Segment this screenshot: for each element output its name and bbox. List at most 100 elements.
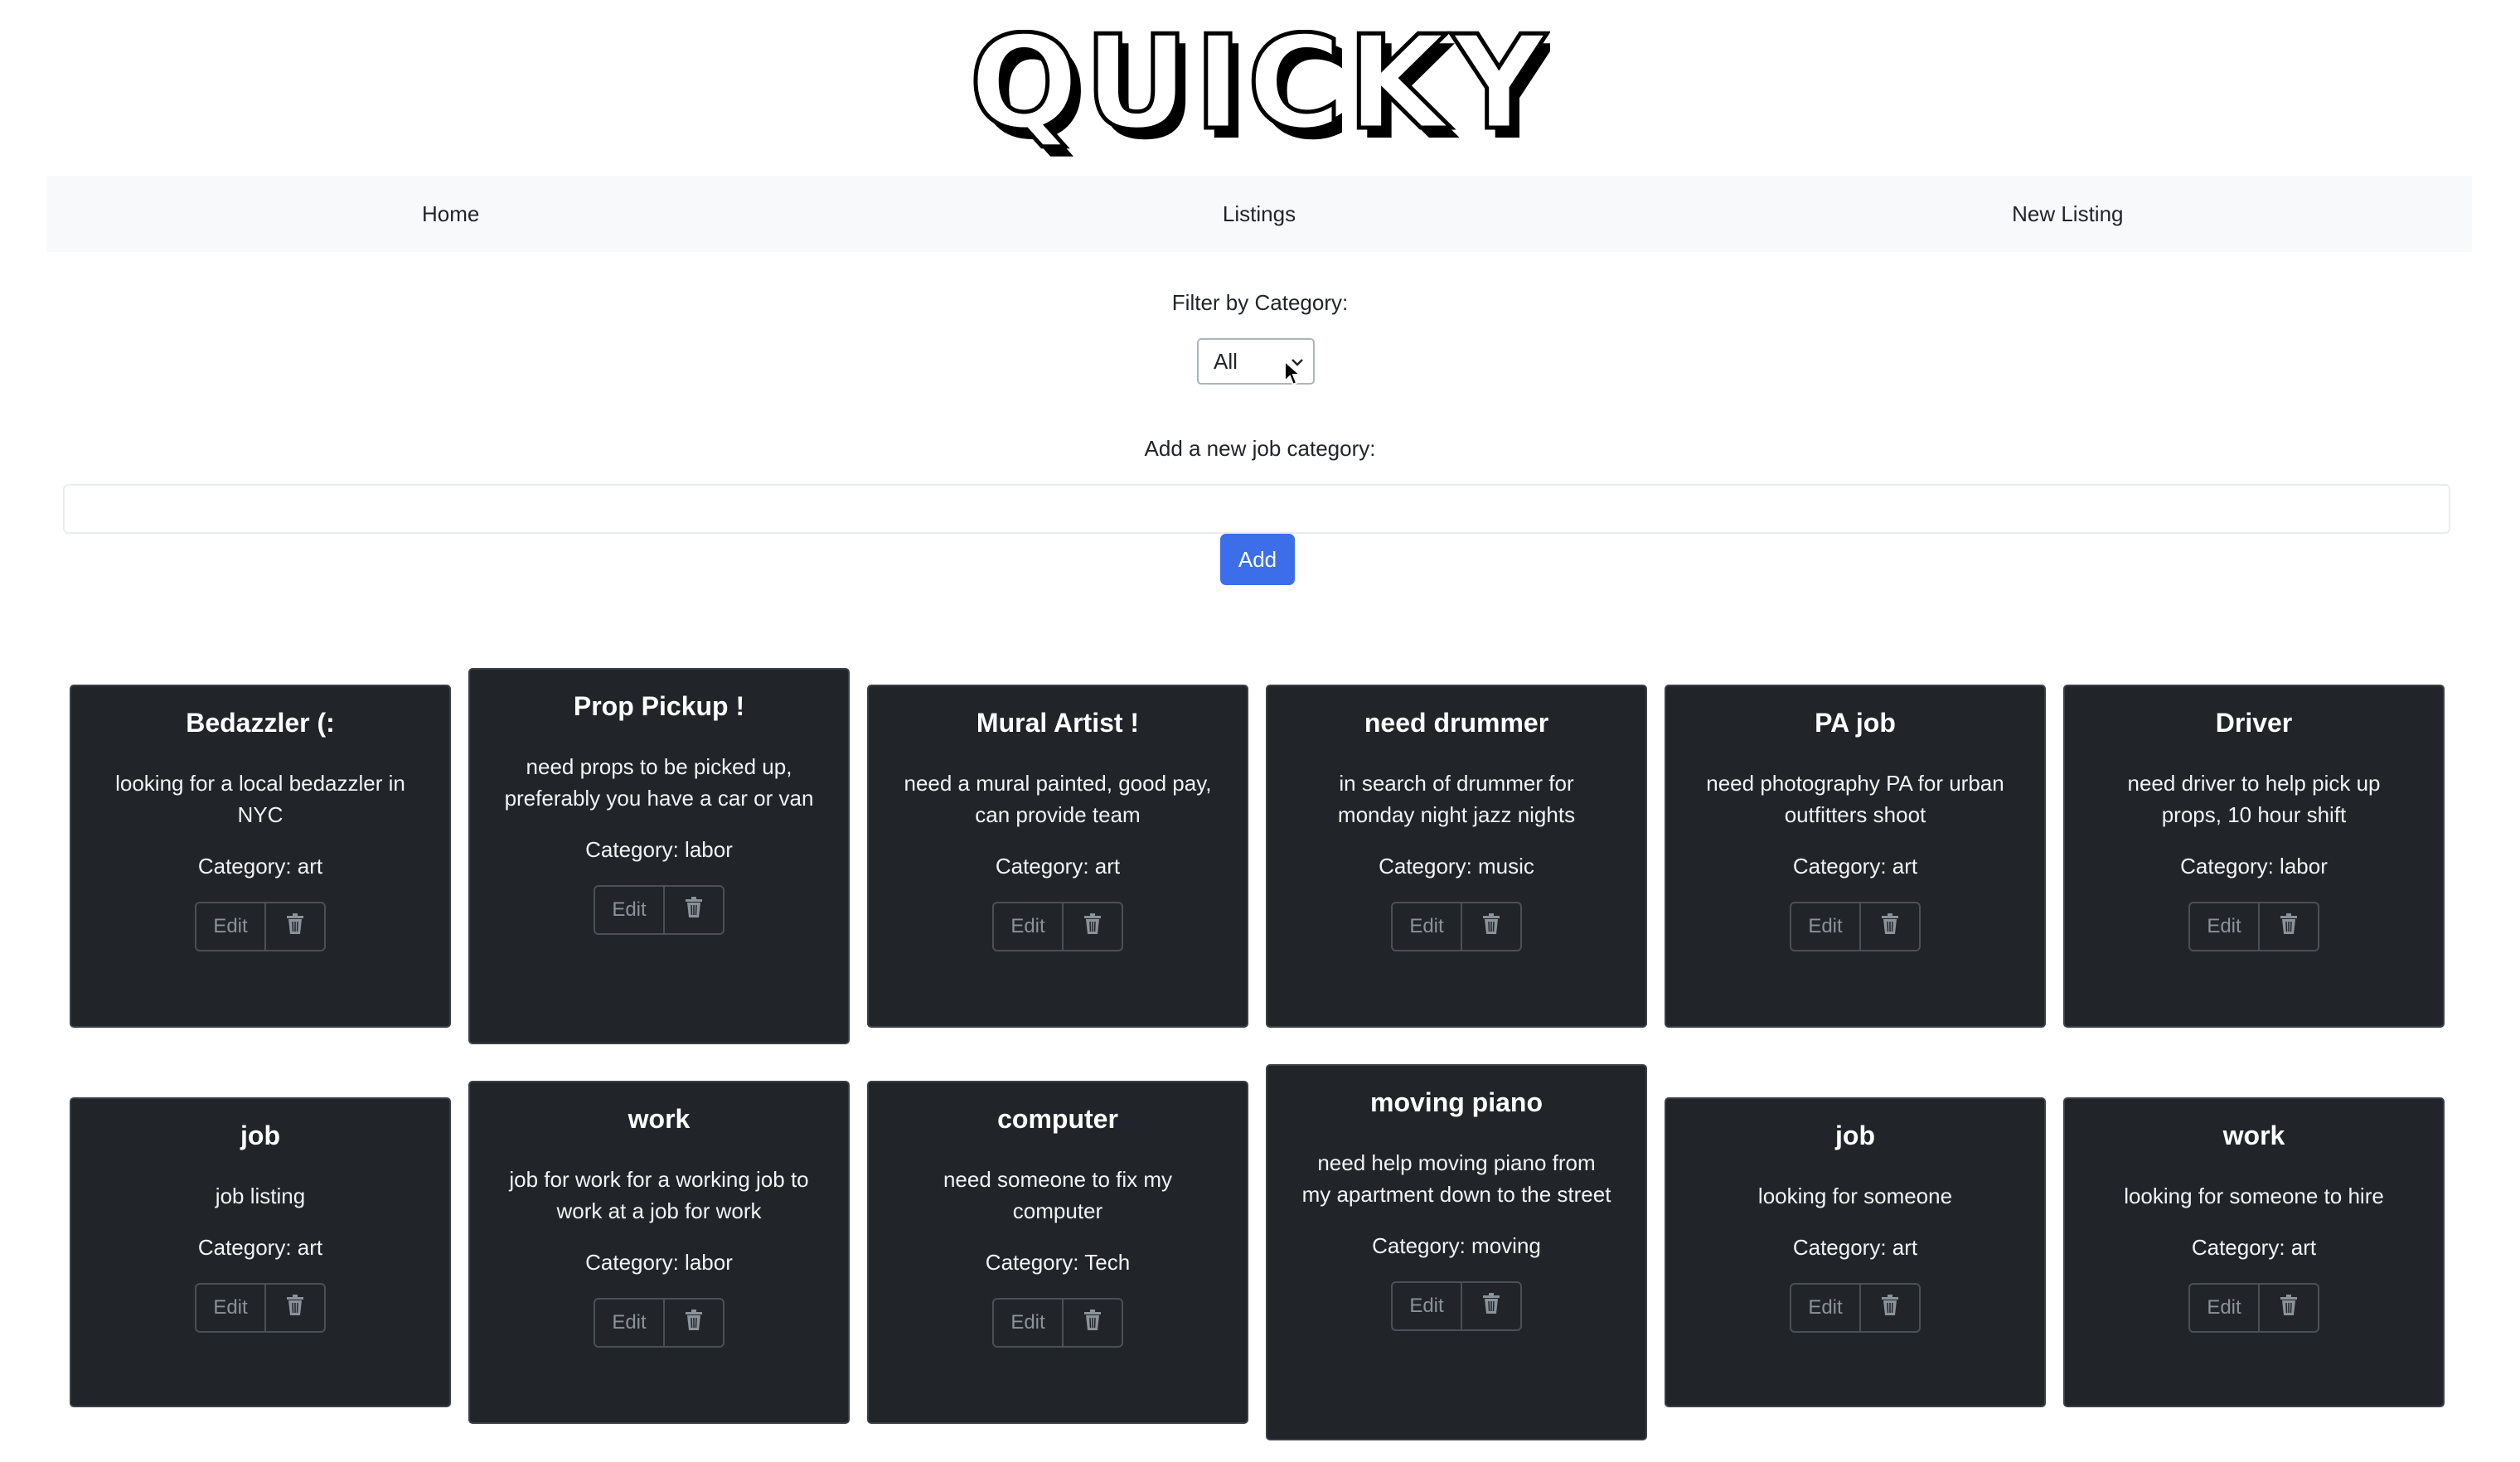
- edit-button[interactable]: Edit: [2188, 1283, 2260, 1333]
- main-navbar: Home Listings New Listing: [46, 176, 2472, 252]
- delete-button[interactable]: [663, 885, 724, 935]
- listing-card: work job for work for a working job to w…: [468, 1081, 850, 1424]
- add-category-button[interactable]: Add: [1220, 534, 1295, 585]
- listing-category: Category: art: [995, 854, 1121, 879]
- listing-title: Prop Pickup !: [573, 691, 745, 721]
- trash-icon: [684, 896, 704, 924]
- category-filter-value: All: [1214, 348, 1238, 374]
- trash-icon: [1880, 913, 1900, 941]
- listing-category: Category: art: [1792, 1235, 1918, 1260]
- listing-card: Prop Pickup ! need props to be picked up…: [468, 668, 850, 1044]
- listing-title: computer: [997, 1104, 1118, 1134]
- trash-icon: [2279, 913, 2299, 941]
- listing-actions: Edit: [992, 1298, 1123, 1348]
- svg-text:QUICKY: QUICKY: [970, 30, 1550, 158]
- listing-description: need props to be picked up, preferably y…: [504, 754, 814, 811]
- listing-card: Mural Artist ! need a mural painted, goo…: [867, 685, 1248, 1028]
- listing-category: Category: labor: [585, 837, 733, 862]
- listing-description: job for work for a working job to work a…: [509, 1167, 809, 1223]
- listing-description: looking for someone to hire: [2124, 1184, 2384, 1208]
- trash-icon: [285, 913, 305, 941]
- delete-button[interactable]: [1461, 1281, 1522, 1331]
- edit-button[interactable]: Edit: [992, 902, 1064, 951]
- listing-card: PA job need photography PA for urban out…: [1665, 685, 2046, 1028]
- listing-description: need someone to fix my computer: [943, 1167, 1173, 1223]
- listing-card: Bedazzler (: looking for a local bedazzl…: [70, 685, 451, 1028]
- edit-button[interactable]: Edit: [195, 902, 266, 951]
- listing-category: Category: art: [1792, 854, 1918, 879]
- new-category-input[interactable]: [63, 484, 2450, 534]
- delete-button[interactable]: [1859, 902, 1921, 951]
- listing-description: need photography PA for urban outfitters…: [1706, 771, 2004, 827]
- listing-actions: Edit: [1391, 902, 1522, 951]
- edit-button[interactable]: Edit: [1391, 1281, 1462, 1331]
- listing-title: Mural Artist !: [976, 708, 1140, 738]
- listing-card: moving piano need help moving piano from…: [1266, 1064, 1647, 1440]
- listing-description: need help moving piano from my apartment…: [1301, 1150, 1611, 1207]
- listing-description: looking for someone: [1757, 1184, 1953, 1208]
- listing-category: Category: labor: [2180, 854, 2328, 879]
- trash-icon: [285, 1294, 305, 1322]
- listing-title: work: [628, 1104, 691, 1134]
- listing-actions: Edit: [195, 902, 326, 951]
- edit-button[interactable]: Edit: [992, 1298, 1064, 1348]
- listing-actions: Edit: [594, 1298, 724, 1348]
- listing-actions: Edit: [2188, 1283, 2319, 1333]
- listing-title: job: [240, 1121, 280, 1150]
- listing-card: Driver need driver to help pick up props…: [2063, 685, 2445, 1028]
- listing-description: job listing: [215, 1184, 306, 1208]
- nav-home-link[interactable]: Home: [46, 201, 855, 227]
- listing-actions: Edit: [1790, 1283, 1921, 1333]
- listing-category: Category: art: [197, 854, 323, 879]
- listing-actions: Edit: [1790, 902, 1921, 951]
- listing-category: Category: music: [1379, 854, 1534, 879]
- delete-button[interactable]: [264, 902, 326, 951]
- listing-title: PA job: [1815, 708, 1896, 738]
- edit-button[interactable]: Edit: [195, 1283, 266, 1333]
- listing-title: Driver: [2215, 708, 2293, 738]
- listing-description: need a mural painted, good pay, can prov…: [904, 771, 1212, 827]
- trash-icon: [2279, 1294, 2299, 1322]
- nav-listings-link[interactable]: Listings: [855, 201, 1663, 227]
- listing-title: work: [2222, 1121, 2285, 1150]
- trash-icon: [684, 1309, 704, 1337]
- listing-description: in search of drummer for monday night ja…: [1337, 771, 1576, 827]
- listing-title: job: [1835, 1121, 1875, 1150]
- delete-button[interactable]: [1461, 902, 1522, 951]
- delete-button[interactable]: [1859, 1283, 1921, 1333]
- listing-actions: Edit: [1391, 1281, 1522, 1331]
- add-category-label: Add a new job category:: [1144, 436, 1376, 461]
- quicky-logo: QUICKY QUICKY: [0, 30, 2520, 171]
- listing-category: Category: art: [197, 1235, 323, 1260]
- delete-button[interactable]: [2258, 1283, 2319, 1333]
- edit-button[interactable]: Edit: [2188, 902, 2260, 951]
- filter-category-label: Filter by Category:: [1171, 290, 1349, 315]
- edit-button[interactable]: Edit: [594, 1298, 665, 1348]
- delete-button[interactable]: [2258, 902, 2319, 951]
- delete-button[interactable]: [1062, 1298, 1123, 1348]
- listing-category: Category: art: [2191, 1235, 2317, 1260]
- listing-category: Category: labor: [585, 1250, 733, 1275]
- listing-card: job job listing Category: art Edit: [70, 1097, 451, 1407]
- listing-category: Category: Tech: [985, 1250, 1131, 1275]
- trash-icon: [1083, 913, 1102, 941]
- listing-title: moving piano: [1370, 1087, 1543, 1117]
- mouse-cursor-icon: [1283, 359, 1302, 392]
- edit-button[interactable]: Edit: [1790, 902, 1861, 951]
- listing-card: work looking for someone to hire Categor…: [2063, 1097, 2445, 1407]
- listing-title: Bedazzler (:: [186, 708, 335, 738]
- listing-title: need drummer: [1364, 708, 1549, 738]
- edit-button[interactable]: Edit: [1391, 902, 1462, 951]
- nav-new-listing-link[interactable]: New Listing: [1664, 201, 2472, 227]
- edit-button[interactable]: Edit: [1790, 1283, 1861, 1333]
- delete-button[interactable]: [663, 1298, 724, 1348]
- listing-card: need drummer in search of drummer for mo…: [1266, 685, 1647, 1028]
- delete-button[interactable]: [1062, 902, 1123, 951]
- trash-icon: [1481, 1292, 1501, 1320]
- listing-description: need driver to help pick up props, 10 ho…: [2127, 771, 2381, 827]
- listing-actions: Edit: [992, 902, 1123, 951]
- delete-button[interactable]: [264, 1283, 326, 1333]
- edit-button[interactable]: Edit: [594, 885, 665, 935]
- listing-category: Category: moving: [1372, 1233, 1541, 1258]
- listing-card: computer need someone to fix my computer…: [867, 1081, 1248, 1424]
